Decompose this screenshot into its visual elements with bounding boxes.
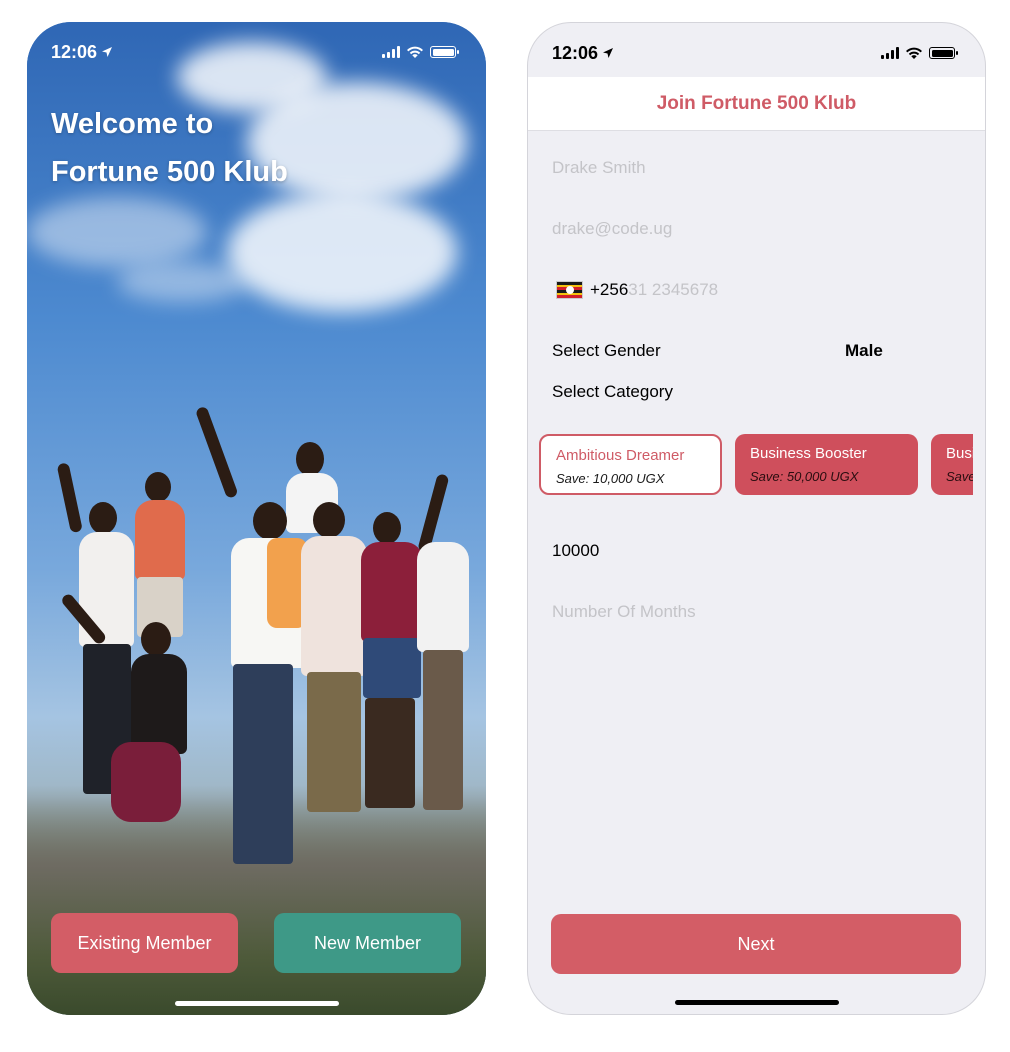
existing-member-button[interactable]: Existing Member xyxy=(51,913,238,973)
wifi-icon xyxy=(407,46,423,58)
location-arrow-icon xyxy=(102,47,113,57)
next-button[interactable]: Next xyxy=(551,914,961,974)
battery-icon xyxy=(430,46,459,58)
email-field[interactable]: drake@code.ug xyxy=(552,219,672,239)
welcome-title-line1: Welcome to xyxy=(51,108,214,140)
category-label: Select Category xyxy=(552,382,673,401)
welcome-title-line2: Fortune 500 Klub xyxy=(51,156,288,188)
phone-country-code: +256 xyxy=(590,280,629,299)
name-field[interactable]: Drake Smith xyxy=(552,158,646,178)
phone-field[interactable]: +256 31 2345678 xyxy=(556,280,718,300)
category-save: Save xyxy=(946,469,973,484)
gender-selector[interactable]: Male xyxy=(845,341,883,361)
category-name: Ambitious Dreamer xyxy=(556,447,685,464)
phone-number-input[interactable]: 31 2345678 xyxy=(628,280,718,300)
category-name: Business Booster xyxy=(750,445,867,462)
status-bar: 12:06 xyxy=(528,23,985,77)
battery-icon xyxy=(929,47,958,59)
signal-icon xyxy=(881,47,899,59)
category-chip-business-booster[interactable]: Business Booster Save: 50,000 UGX xyxy=(735,434,918,495)
home-indicator[interactable] xyxy=(674,1000,839,1005)
amount-field[interactable]: 10000 xyxy=(552,541,599,561)
home-indicator[interactable] xyxy=(174,1001,339,1006)
wifi-icon xyxy=(906,47,922,59)
months-field[interactable]: Number Of Months xyxy=(552,602,696,622)
category-chip-ambitious-dreamer[interactable]: Ambitious Dreamer Save: 10,000 UGX xyxy=(539,434,722,495)
signal-icon xyxy=(382,46,400,58)
category-save: Save: 10,000 UGX xyxy=(556,471,665,486)
category-name: Business xyxy=(946,445,973,462)
category-carousel[interactable]: Ambitious Dreamer Save: 10,000 UGX Busin… xyxy=(539,434,973,496)
welcome-screen: 12:06 Welcome to Fortune 500 Klub Existi… xyxy=(27,22,486,1015)
page-title: Join Fortune 500 Klub xyxy=(656,92,857,114)
navigation-bar: Join Fortune 500 Klub xyxy=(528,77,985,131)
gender-label: Select Gender xyxy=(552,341,661,360)
status-bar: 12:06 xyxy=(27,22,486,76)
welcome-title: Welcome to Fortune 500 Klub xyxy=(51,100,288,196)
join-screen: 12:06 Join Fortune 500 Klub Drake Smith … xyxy=(527,22,986,1015)
new-member-button[interactable]: New Member xyxy=(274,913,461,973)
category-chip-business[interactable]: Business Save xyxy=(931,434,973,495)
location-arrow-icon xyxy=(603,48,614,58)
status-time: 12:06 xyxy=(51,42,113,63)
uganda-flag-icon xyxy=(556,281,583,299)
status-time: 12:06 xyxy=(552,43,614,64)
category-save: Save: 50,000 UGX xyxy=(750,469,859,484)
